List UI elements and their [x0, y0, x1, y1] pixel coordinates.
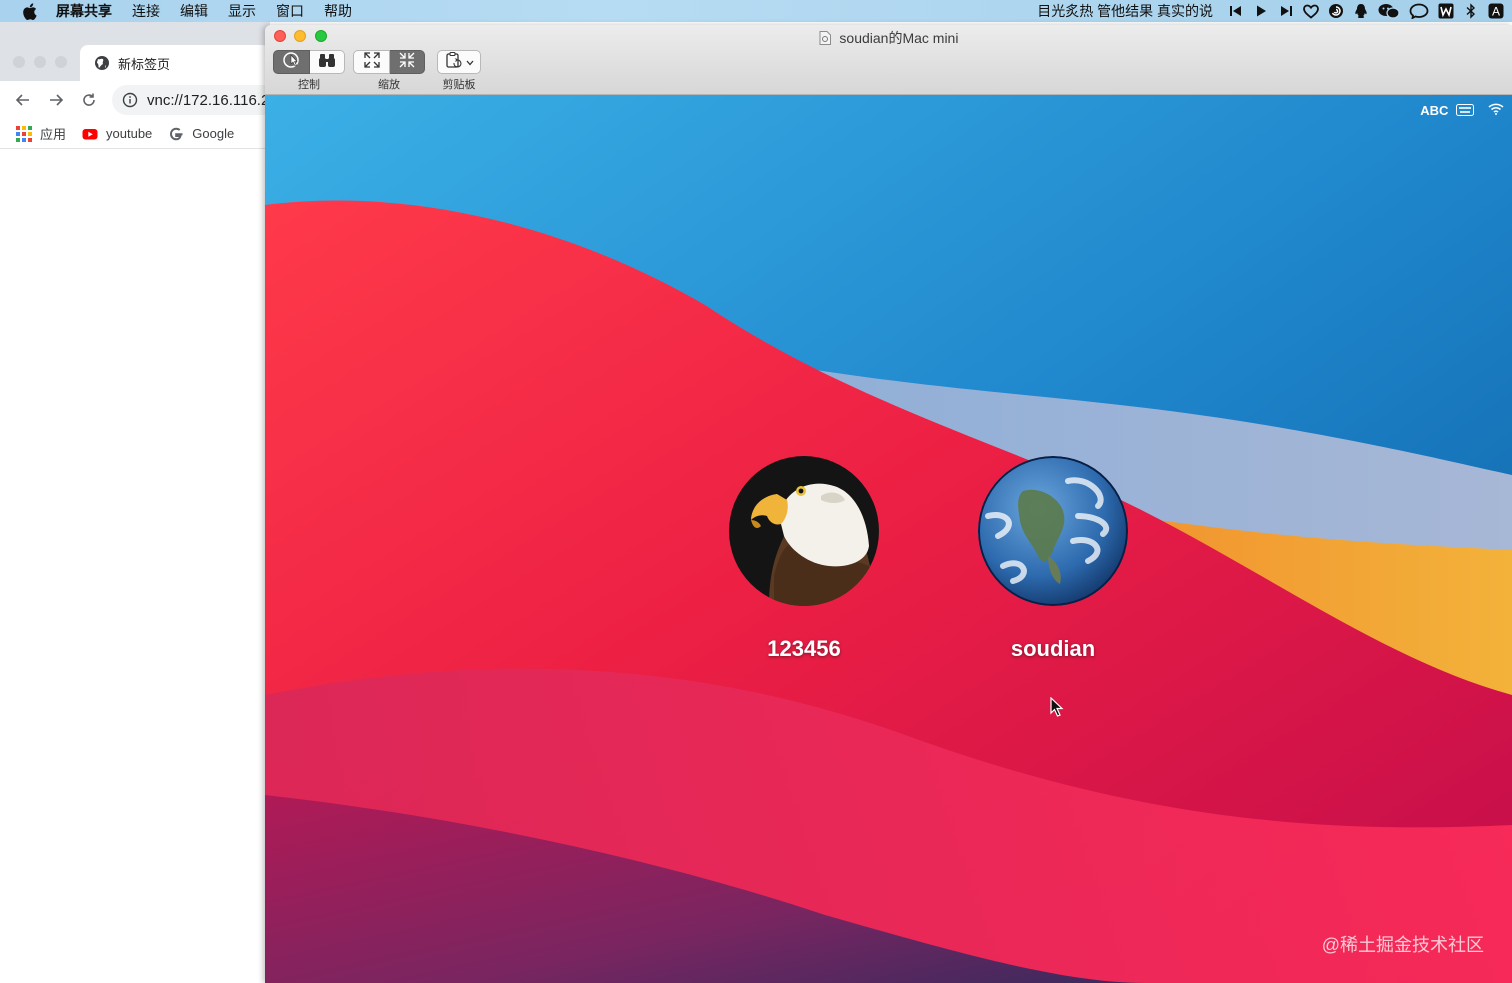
apps-grid-icon	[16, 125, 32, 142]
user-name: soudian	[1010, 636, 1096, 661]
eagle-avatar	[729, 456, 879, 606]
keyboard-icon	[1456, 104, 1474, 116]
bookmark-label: youtube	[106, 126, 153, 141]
bookmark-label: 应用	[40, 127, 67, 142]
bookmark-apps[interactable]: 应用	[16, 124, 66, 143]
w-app-icon[interactable]	[1438, 3, 1454, 19]
mouse-pointer-icon	[1050, 696, 1064, 717]
actual-size-button[interactable]	[390, 50, 425, 74]
chevron-down-icon	[466, 53, 474, 71]
clipboard-button[interactable]	[437, 50, 481, 74]
forward-arrow-icon[interactable]	[46, 90, 66, 110]
input-method-icon[interactable]: A	[1488, 3, 1504, 19]
tab-title: 新标签页	[118, 56, 171, 72]
keyboard-layout-label: ABC	[1420, 103, 1449, 118]
back-arrow-icon[interactable]	[13, 90, 33, 110]
svg-text:A: A	[1492, 5, 1500, 19]
inactive-zoom-button[interactable]	[55, 56, 67, 68]
observe-mode-button[interactable]	[310, 50, 345, 74]
remote-login-screen[interactable]: ABC 123456 soudian @稀土掘金技术社区	[265, 95, 1512, 983]
window-title-text: soudian的Mac mini	[839, 30, 959, 46]
clipboard-menu	[437, 50, 481, 74]
clipboard-icon	[445, 51, 463, 74]
wechat-icon[interactable]	[1378, 3, 1400, 19]
watermark-text: @稀土掘金技术社区	[1321, 935, 1484, 955]
screen-sharing-window: soudian的Mac mini 控制 缩放 剪贴板 ABC 123456 so…	[265, 25, 1512, 983]
menu-window[interactable]: 窗口	[276, 1, 304, 21]
contract-arrows-icon	[398, 51, 416, 74]
user-name: 123456	[767, 636, 841, 661]
youtube-icon	[82, 126, 98, 142]
next-track-icon[interactable]	[1278, 3, 1294, 19]
binoculars-icon	[318, 52, 336, 73]
login-status-bar: ABC	[1420, 103, 1504, 118]
control-segmented	[273, 50, 345, 74]
scale-segmented	[353, 50, 425, 74]
apple-menu-icon[interactable]	[20, 2, 38, 20]
bluetooth-icon[interactable]	[1463, 3, 1479, 19]
scale-label: 缩放	[378, 79, 400, 91]
heart-icon[interactable]	[1303, 3, 1319, 19]
app-menu-screen-sharing[interactable]: 屏幕共享	[56, 1, 112, 21]
browser-toolbar: vnc://172.16.116.2	[0, 81, 282, 119]
swirl-icon[interactable]	[1328, 3, 1344, 19]
fit-to-window-button[interactable]	[353, 50, 390, 74]
chat-bubble-icon[interactable]	[1409, 3, 1429, 19]
qq-icon[interactable]	[1353, 3, 1369, 19]
reload-icon[interactable]	[79, 90, 99, 110]
google-icon	[168, 126, 184, 142]
window-title: soudian的Mac mini	[265, 28, 1512, 48]
globe-icon	[94, 55, 110, 71]
wifi-icon[interactable]	[1488, 103, 1504, 118]
window-titlebar: soudian的Mac mini 控制 缩放 剪贴板	[265, 25, 1512, 95]
address-bar[interactable]: vnc://172.16.116.2	[112, 85, 282, 115]
info-icon[interactable]	[122, 92, 138, 108]
earth-avatar	[978, 456, 1128, 606]
bookmark-label: Google	[192, 126, 235, 141]
inactive-minimize-button[interactable]	[34, 56, 46, 68]
expand-arrows-icon	[363, 51, 381, 74]
clipboard-label: 剪贴板	[442, 79, 476, 91]
user-tile-123456[interactable]: 123456	[724, 456, 884, 662]
address-text: vnc://172.16.116.2	[147, 91, 270, 109]
previous-track-icon[interactable]	[1228, 3, 1244, 19]
background-browser-window: 新标签页 vnc://172.16.116.2 应用 youtube Googl…	[0, 22, 282, 983]
cursor-hand-icon	[282, 51, 302, 74]
inactive-close-button[interactable]	[13, 56, 25, 68]
macos-menubar: 屏幕共享 连接 编辑 显示 窗口 帮助 目光炙热 管他结果 真实的说 A	[0, 0, 1512, 22]
menu-help[interactable]: 帮助	[324, 1, 352, 21]
control-label: 控制	[298, 79, 320, 91]
now-playing-lyrics[interactable]: 目光炙热 管他结果 真实的说	[1037, 1, 1213, 21]
browser-tab-new-tab[interactable]: 新标签页	[80, 45, 270, 81]
user-tile-soudian[interactable]: soudian	[973, 456, 1133, 662]
menu-edit[interactable]: 编辑	[180, 1, 208, 21]
keyboard-layout-menu[interactable]: ABC	[1420, 103, 1474, 118]
menu-connect[interactable]: 连接	[132, 1, 160, 21]
bookmark-google[interactable]: Google	[168, 126, 234, 142]
big-sur-wallpaper	[265, 95, 1512, 983]
bookmark-youtube[interactable]: youtube	[82, 126, 152, 142]
menu-view[interactable]: 显示	[228, 1, 256, 21]
play-icon[interactable]	[1253, 3, 1269, 19]
document-proxy-icon	[819, 31, 831, 45]
control-mode-button[interactable]	[273, 50, 310, 74]
bookmarks-bar: 应用 youtube Google	[0, 119, 270, 149]
